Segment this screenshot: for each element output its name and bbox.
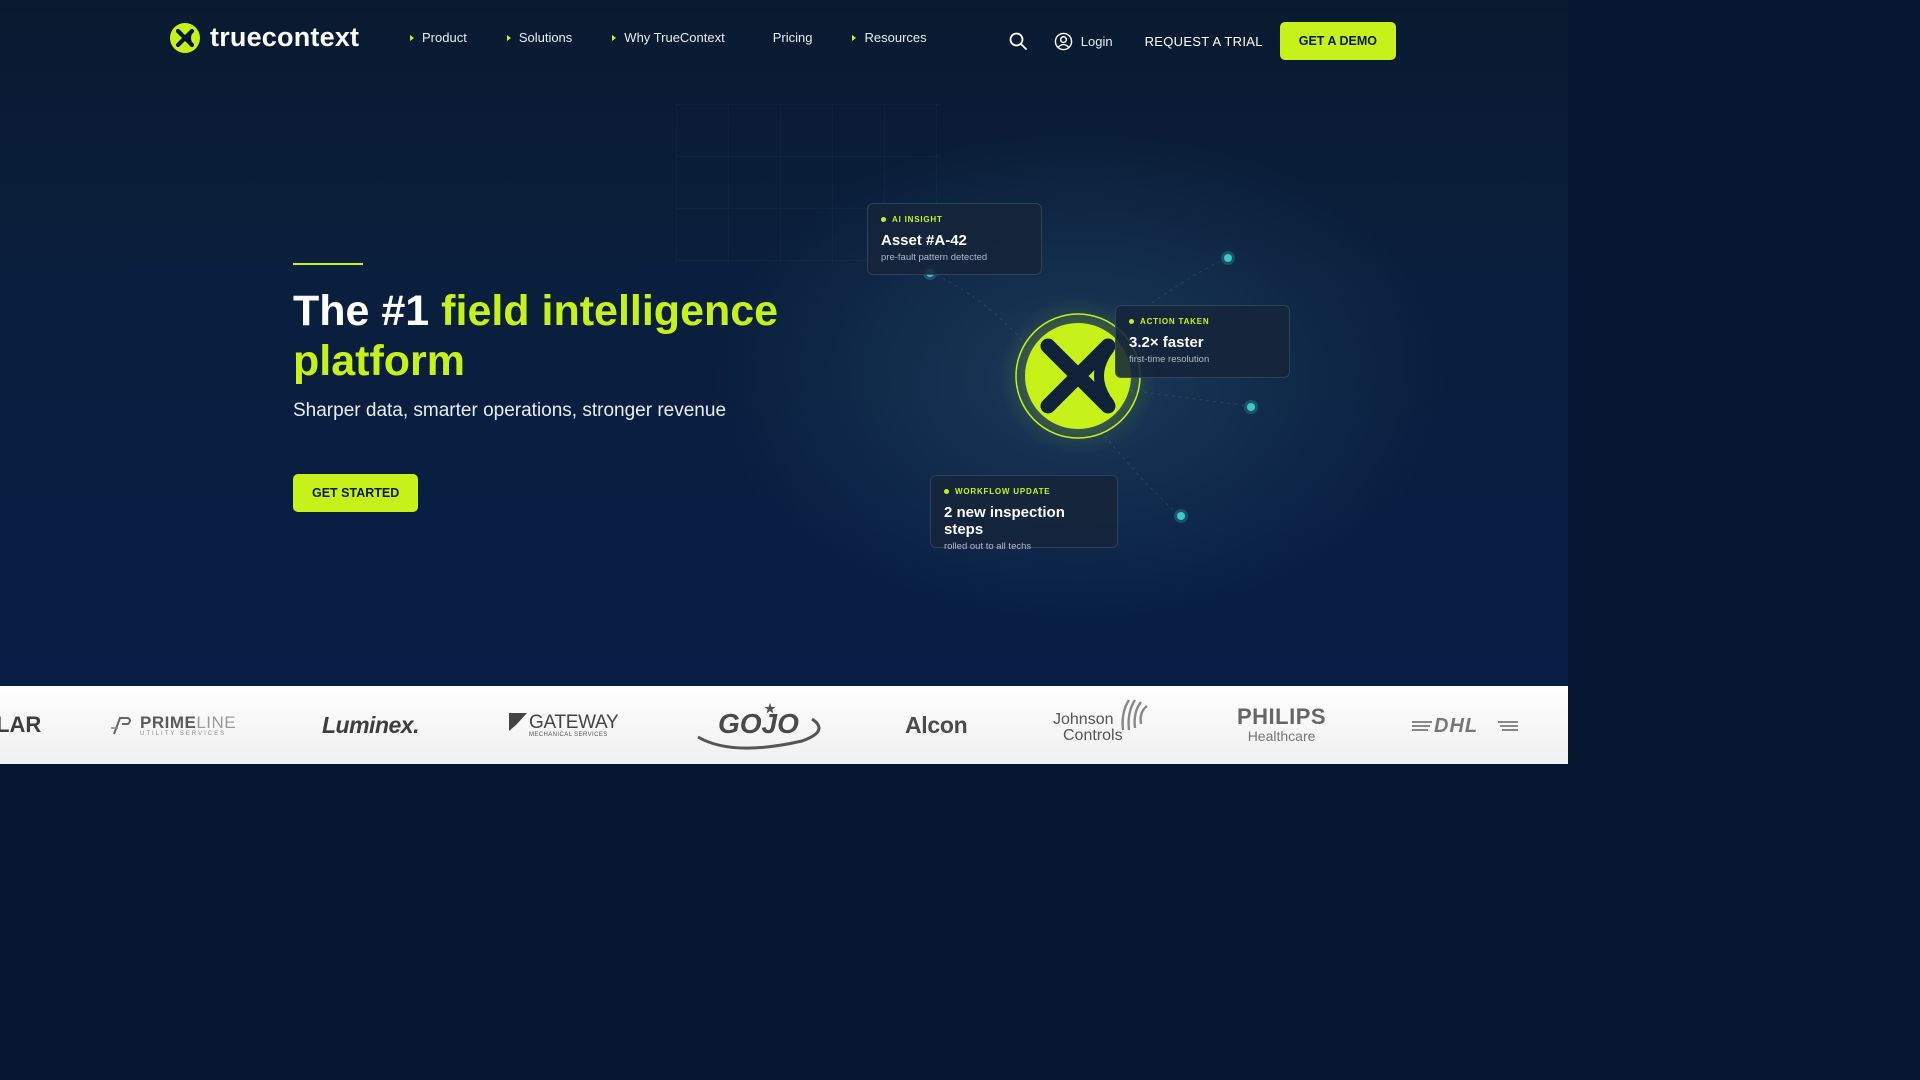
nav-item-why-truecontext[interactable]: Why TrueContext — [612, 30, 725, 45]
search-icon[interactable] — [1008, 31, 1028, 51]
action-taken-card: ACTION TAKEN 3.2× faster first-time reso… — [1115, 305, 1290, 378]
hero-title: The #1 field intelligence platform — [293, 286, 813, 386]
dhl-wordmark: DHL — [1434, 715, 1478, 735]
primeline-tagline: UTILITY SERVICES — [140, 731, 227, 737]
top-navigation: truecontext Product Solutions Why TrueCo… — [0, 0, 1568, 82]
philips-wordmark: PHILIPS — [1237, 704, 1327, 729]
gateway-flag-icon — [509, 713, 527, 731]
nav-item-pricing[interactable]: Pricing — [773, 30, 813, 45]
login-link[interactable]: Login — [1054, 32, 1113, 51]
primeline-mark-icon — [111, 717, 131, 735]
card-title: 2 new inspection steps — [944, 504, 1065, 538]
card-tag: WORKFLOW UPDATE — [944, 487, 1104, 496]
workflow-update-card: WORKFLOW UPDATE 2 new inspection steps r… — [930, 475, 1118, 552]
nav-item-label: Why TrueContext — [624, 30, 725, 45]
card-tag: AI INSIGHT — [881, 215, 1028, 224]
customer-logo-strip: LAR PRIMELINE UTILITY SERVICES Luminex. … — [0, 686, 1568, 764]
customer-logo-luminex: Luminex. — [322, 711, 419, 738]
johnson-text: Johnson — [1053, 711, 1114, 728]
customer-logo-alcon: Alcon — [905, 711, 968, 738]
gateway-tagline: MECHANICAL SERVICES — [529, 732, 608, 738]
card-tag: ACTION TAKEN — [1129, 317, 1276, 326]
ai-insight-card: AI INSIGHT Asset #A-42 pre-fault pattern… — [867, 203, 1042, 275]
card-description: first-time resolution — [1129, 354, 1210, 365]
network-node — [1244, 400, 1258, 414]
customer-logo-dhl: DHL — [1412, 686, 1520, 764]
card-tag-label: ACTION TAKEN — [1140, 317, 1210, 326]
nav-item-solutions[interactable]: Solutions — [506, 30, 573, 45]
truecontext-logo[interactable]: truecontext — [170, 22, 359, 53]
next-section-background — [0, 764, 1568, 882]
customer-logo-johnson-controls: Johnson Controls — [1053, 686, 1151, 764]
nav-item-resources[interactable]: Resources — [852, 30, 927, 45]
nav-item-label: Solutions — [518, 30, 573, 45]
gateway-name: GATEWAY — [529, 712, 619, 733]
dhl-stripes-icon: DHL — [1412, 715, 1518, 735]
customer-logo-lar: LAR — [0, 712, 42, 737]
card-description: pre-fault pattern detected — [881, 252, 988, 263]
hero-title-lead: The #1 — [293, 287, 442, 335]
card-tag-label: AI INSIGHT — [892, 215, 943, 224]
main-menu: Product Solutions Why TrueContext Pricin… — [410, 30, 967, 45]
request-trial-link[interactable]: REQUEST A TRIAL — [1145, 34, 1263, 49]
card-title: Asset #A-42 — [881, 232, 967, 249]
nav-item-product[interactable]: Product — [410, 30, 467, 45]
gojo-wordmark: GOJO — [718, 708, 799, 739]
caret-right-icon — [410, 34, 414, 41]
network-node — [1174, 509, 1188, 523]
customer-logo-philips-healthcare: PHILIPS Healthcare — [1237, 686, 1326, 764]
card-tag-label: WORKFLOW UPDATE — [955, 487, 1051, 496]
johnson-controls-mark-icon — [1121, 699, 1148, 731]
accent-line — [293, 263, 363, 265]
customer-logo-gojo: GOJO — [692, 686, 826, 764]
status-dot-icon — [944, 489, 949, 494]
login-label: Login — [1080, 33, 1113, 49]
nav-item-label: Resources — [864, 30, 927, 45]
network-node — [1221, 251, 1235, 265]
philips-healthcare-text: Healthcare — [1247, 728, 1316, 744]
caret-right-icon — [612, 34, 617, 41]
primeline-prime: PRIME — [140, 713, 197, 732]
gojo-swoosh-icon: GOJO — [697, 703, 821, 750]
card-title: 3.2× faster — [1129, 334, 1204, 351]
status-dot-icon — [881, 217, 886, 222]
status-dot-icon — [1129, 319, 1134, 324]
customer-logo-gateway: GATEWAY MECHANICAL SERVICES — [508, 686, 619, 764]
controls-text: Controls — [1063, 727, 1123, 744]
caret-right-icon — [852, 34, 857, 41]
logo-wordmark: truecontext — [210, 22, 360, 52]
nav-item-label: Pricing — [772, 30, 813, 45]
nav-item-label: Product — [422, 30, 467, 45]
caret-right-icon — [506, 34, 511, 41]
card-description: rolled out to all techs — [944, 541, 1032, 552]
nav-actions: Login REQUEST A TRIAL GET A DEMO — [1008, 22, 1396, 60]
get-started-button[interactable]: GET STARTED — [293, 474, 419, 512]
user-icon — [1054, 32, 1073, 50]
primeline-line: LINE — [196, 713, 237, 732]
truecontext-logo-icon — [170, 22, 200, 53]
hero-subtitle: Sharper data, smarter operations, strong… — [293, 400, 727, 421]
customer-logo-primeline: PRIMELINE UTILITY SERVICES — [110, 686, 236, 764]
get-demo-button[interactable]: GET A DEMO — [1279, 22, 1396, 60]
